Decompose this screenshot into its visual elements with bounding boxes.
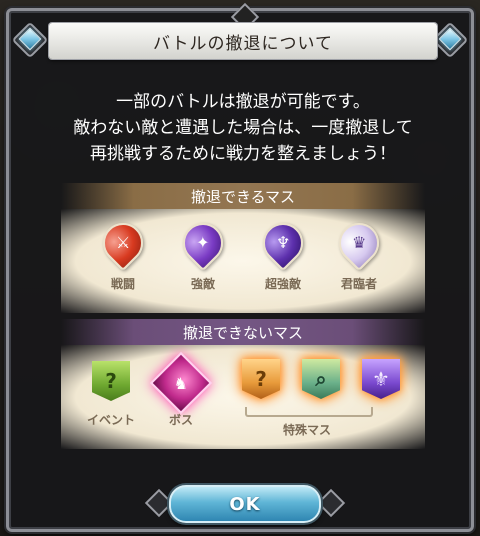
- tile-event: ? イベント: [81, 361, 141, 427]
- tile-super-strong-enemy: ♆ 超強敵: [253, 214, 313, 291]
- tile-label-battle: 戦闘: [110, 277, 135, 291]
- tile-label-super-strong-enemy: 超強敵: [264, 277, 301, 291]
- dialog-title: バトルの撤退について: [153, 33, 333, 54]
- retreat-possible-panel: ⚔ 戦闘 ✦ 強敵 ♆ 超強敵 ♛ 君臨者: [61, 209, 425, 313]
- ok-button[interactable]: OK: [169, 485, 321, 523]
- dragon-icon: ♆: [254, 214, 312, 272]
- special-tiles-bracket: [245, 407, 373, 417]
- description-line: 再挑戦するために戦力を整えましょう！: [90, 144, 396, 164]
- tile-special-crest: ⚜: [351, 359, 411, 399]
- tile-battle: ⚔ 戦闘: [93, 214, 153, 291]
- question-icon: ?: [92, 361, 130, 401]
- tile-strong-enemy: ✦ 強敵: [173, 214, 233, 291]
- search-scroll-icon: ⌕: [302, 359, 340, 399]
- crest-icon: ⚜: [362, 359, 400, 399]
- description-text: 一部のバトルは撤退が可能です。 敵わない敵と遭遇した場合は、一度撤退して 再挑戦…: [9, 89, 477, 167]
- tile-label-sovereign: 君臨者: [340, 277, 377, 291]
- tile-special-search: ⌕: [291, 359, 351, 399]
- ok-ornament-right: [316, 488, 346, 518]
- tile-boss: ♞ ボス: [149, 351, 213, 427]
- retreat-possible-header: 撤退できるマス: [61, 183, 425, 209]
- tile-label-strong-enemy: 強敵: [190, 277, 215, 291]
- beast-icon: ✦: [174, 214, 232, 272]
- boss-icon: ♞: [149, 351, 213, 415]
- dialog-title-bar: バトルの撤退について: [49, 23, 437, 59]
- tile-label-boss: ボス: [168, 413, 193, 427]
- special-tiles-label: 特殊マス: [282, 423, 331, 437]
- description-line: 一部のバトルは撤退が可能です。: [116, 92, 370, 112]
- retreat-impossible-panel: ? イベント ♞ ボス ? ⌕ ⚜: [61, 345, 425, 449]
- sword-icon: ⚔: [94, 214, 152, 272]
- demon-icon: ♛: [330, 214, 388, 272]
- retreat-impossible-header: 撤退できないマス: [61, 319, 425, 345]
- question-icon: ?: [242, 359, 280, 399]
- description-line: 敵わない敵と遭遇した場合は、一度撤退して: [73, 118, 413, 138]
- retreat-info-dialog: バトルの撤退について 一部のバトルは撤退が可能です。 敵わない敵と遭遇した場合は…: [6, 2, 477, 532]
- tile-label-event: イベント: [86, 413, 135, 427]
- tile-special-question: ?: [231, 359, 291, 399]
- tile-sovereign: ♛ 君臨者: [329, 214, 389, 291]
